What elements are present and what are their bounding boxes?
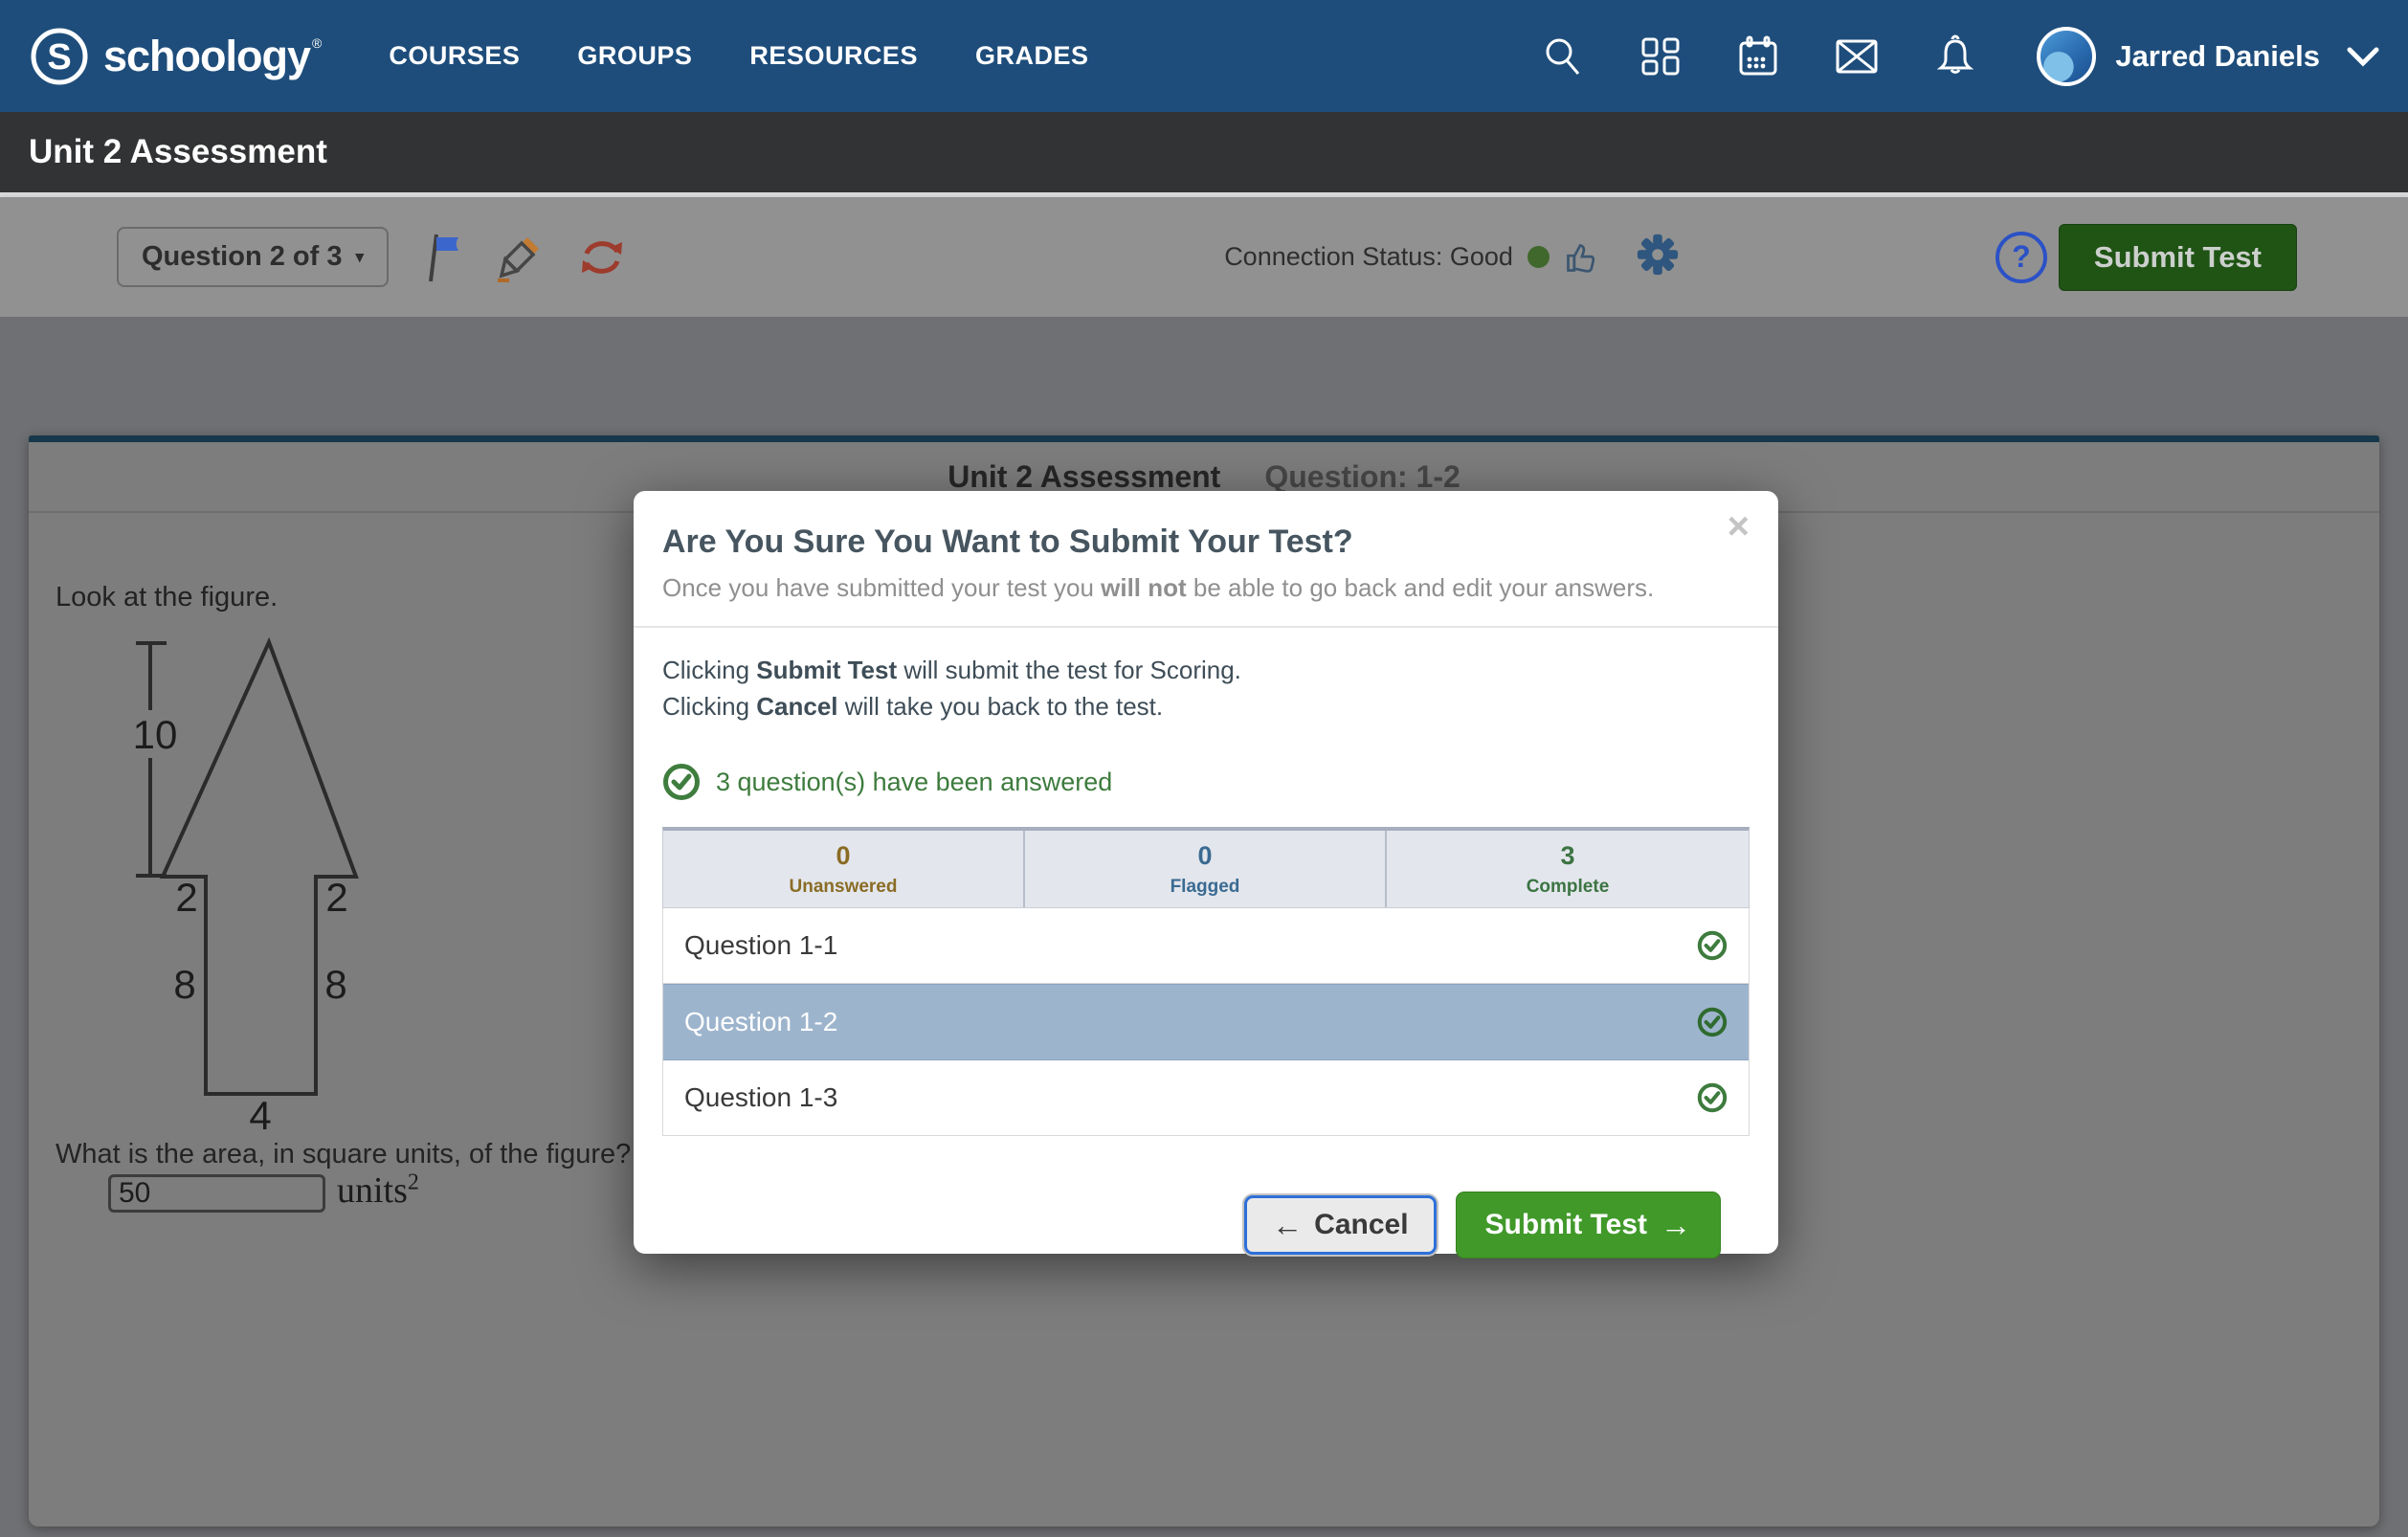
thumbs-up-icon <box>1564 239 1598 276</box>
user-menu-chevron-down-icon[interactable] <box>2347 46 2379 67</box>
figure-label-right-side: 8 <box>324 962 346 1007</box>
reset-refresh-icon[interactable] <box>578 234 626 281</box>
brand-wordmark: schoology <box>103 32 310 81</box>
messages-icon[interactable] <box>1834 34 1880 78</box>
assessment-toolbar: Question 2 of 3 ▾ Connection Status: <box>0 197 2408 317</box>
svg-text:S: S <box>47 37 71 78</box>
card-header-title: Unit 2 Assessment <box>948 459 1220 495</box>
toolbar-submit-test-button[interactable]: Submit Test <box>2059 224 2297 291</box>
right-arrow-icon: → <box>1661 1208 1691 1243</box>
answer-input[interactable] <box>108 1174 325 1213</box>
question-row-1-1[interactable]: Question 1-1 <box>663 908 1749 984</box>
nav-item-resources[interactable]: RESOURCES <box>749 41 918 71</box>
user-name[interactable]: Jarred Daniels <box>2115 39 2320 74</box>
modal-subtitle: Once you have submitted your test you wi… <box>662 573 1692 603</box>
modal-body: Clicking Submit Test will submit the tes… <box>634 628 1778 1259</box>
schoology-logo[interactable]: S schoology ® <box>29 26 322 87</box>
help-button[interactable]: ? <box>1996 232 2047 283</box>
complete-check-icon <box>1697 1007 1728 1037</box>
nav-item-grades[interactable]: GRADES <box>975 41 1089 71</box>
navbar-utilities: Jarred Daniels <box>1541 27 2379 86</box>
modal-close-icon[interactable]: × <box>1722 506 1755 546</box>
arrow-figure: 10 2 2 8 8 4 <box>134 622 402 1139</box>
cancel-button[interactable]: ← Cancel <box>1244 1195 1436 1255</box>
unanswered-label: Unanswered <box>790 877 898 898</box>
figure-label-height: 10 <box>134 712 177 757</box>
complete-check-icon <box>1697 930 1728 961</box>
flagged-label: Flagged <box>1171 877 1240 898</box>
primary-nav: COURSES GROUPS RESOURCES GRADES <box>389 41 1088 71</box>
modal-footer: ← Cancel Submit Test → <box>662 1136 1750 1259</box>
question-nav-dropdown[interactable]: Question 2 of 3 ▾ <box>117 227 389 287</box>
flag-question-icon[interactable] <box>423 231 463 284</box>
question-tools <box>423 231 626 284</box>
answered-note: 3 question(s) have been answered <box>716 768 1112 797</box>
connection-status-label: Connection Status: Good <box>1224 242 1513 272</box>
question-row-1-3[interactable]: Question 1-3 <box>663 1060 1749 1135</box>
summary-cell-flagged: 0 Flagged <box>1025 831 1387 907</box>
complete-check-icon <box>1697 1082 1728 1113</box>
modal-submit-test-button[interactable]: Submit Test → <box>1456 1192 1721 1259</box>
modal-instruction-submit: Clicking Submit Test will submit the tes… <box>662 653 1750 689</box>
assessment-title-bar: Unit 2 Assessment <box>0 112 2408 192</box>
submit-confirmation-modal: × Are You Sure You Want to Submit Your T… <box>634 491 1778 1254</box>
figure-label-left-offset: 2 <box>175 875 197 920</box>
left-arrow-icon: ← <box>1272 1208 1303 1243</box>
registered-mark: ® <box>312 35 322 51</box>
card-header-question: Question: 1-2 <box>1264 459 1460 495</box>
complete-count: 3 <box>1560 841 1574 871</box>
figure-label-base: 4 <box>249 1093 271 1138</box>
schoology-assessment-screen: S schoology ® COURSES GROUPS RESOURCES G… <box>0 0 2408 1537</box>
summary-cell-unanswered: 0 Unanswered <box>663 831 1025 907</box>
answer-units: units2 <box>337 1169 419 1212</box>
question-list: Question 1-1 Question 1-2 <box>662 908 1750 1136</box>
nav-item-courses[interactable]: COURSES <box>389 41 520 71</box>
assessment-title: Unit 2 Assessment <box>29 133 327 171</box>
user-avatar[interactable] <box>2037 27 2096 86</box>
schoology-s-icon: S <box>29 26 90 87</box>
question-row-1-2-active[interactable]: Question 1-2 <box>663 984 1749 1060</box>
unanswered-count: 0 <box>836 841 850 871</box>
answered-summary-row: 3 question(s) have been answered <box>662 763 1750 801</box>
flagged-count: 0 <box>1197 841 1212 871</box>
highlighter-icon[interactable] <box>496 231 546 284</box>
connection-status-dot <box>1527 246 1550 268</box>
question-summary-table: 0 Unanswered 0 Flagged 3 Complete <box>662 827 1750 908</box>
nav-item-groups[interactable]: GROUPS <box>577 41 692 71</box>
top-navbar: S schoology ® COURSES GROUPS RESOURCES G… <box>0 0 2408 112</box>
settings-gear-icon[interactable] <box>1636 233 1680 281</box>
check-circle-icon <box>662 763 701 801</box>
summary-cell-complete: 3 Complete <box>1387 831 1749 907</box>
notifications-bell-icon[interactable] <box>1933 34 1977 78</box>
dropdown-caret-icon: ▾ <box>355 248 364 267</box>
apps-grid-icon[interactable] <box>1639 34 1683 78</box>
search-icon[interactable] <box>1541 34 1585 78</box>
modal-instruction-cancel: Clicking Cancel will take you back to th… <box>662 689 1750 725</box>
calendar-icon[interactable] <box>1736 34 1780 78</box>
modal-title: Are You Sure You Want to Submit Your Tes… <box>662 523 1692 561</box>
figure-label-right-offset: 2 <box>325 875 347 920</box>
complete-label: Complete <box>1527 877 1610 898</box>
question-text: What is the area, in square units, of th… <box>56 1139 696 1170</box>
figure-label-left-side: 8 <box>173 962 195 1007</box>
figure-prompt-text: Look at the figure. <box>56 582 278 613</box>
modal-header: Are You Sure You Want to Submit Your Tes… <box>634 491 1778 603</box>
connection-status: Connection Status: Good <box>1224 233 1680 281</box>
